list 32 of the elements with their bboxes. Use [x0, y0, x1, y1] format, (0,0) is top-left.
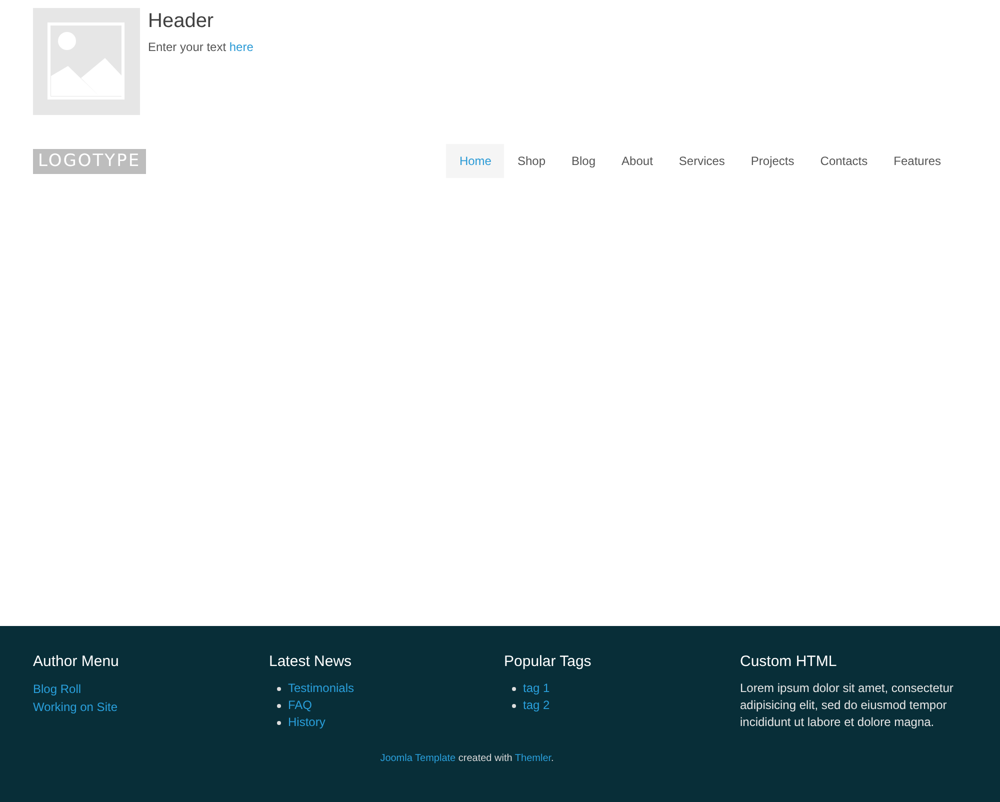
nav-tab[interactable]: About — [608, 144, 666, 178]
nav-tab[interactable]: Projects — [738, 144, 808, 178]
column-title: Author Menu — [33, 652, 120, 672]
nav-tab[interactable]: Shop — [504, 144, 559, 178]
footer-link[interactable]: tag 1 — [523, 680, 550, 697]
column-title: Popular Tags — [504, 652, 592, 672]
column-title: Custom HTML — [740, 652, 838, 672]
footer-link[interactable]: Blog Roll — [33, 682, 82, 696]
nav-tab[interactable]: Home — [446, 144, 504, 178]
nav-tab[interactable]: Contacts — [807, 144, 881, 178]
header-title: Header — [148, 9, 215, 34]
footer-link[interactable]: Working on Site — [33, 700, 118, 714]
bullet-icon — [512, 686, 516, 690]
nav-tab[interactable]: Features — [880, 144, 954, 178]
nav-tab[interactable]: Blog — [558, 144, 609, 178]
column-title: Latest News — [269, 652, 353, 672]
bullet-icon — [277, 686, 281, 690]
footer-link[interactable]: tag 2 — [523, 697, 550, 714]
footer-paragraph: Lorem ipsum dolor sit amet, consectetur adipisicing elit, sed do eiusmod tempor incididunt ut labore et dolore magna. — [740, 680, 954, 731]
image-placeholder-icon — [33, 8, 140, 115]
header-text: Enter your text here — [148, 39, 254, 56]
footer-link[interactable]: History — [288, 714, 326, 731]
bullet-icon — [277, 704, 281, 708]
link[interactable]: Joomla Template — [380, 753, 456, 764]
nav-tab[interactable]: Services — [666, 144, 738, 178]
footer-link[interactable]: Testimonials — [288, 680, 354, 697]
link[interactable]: Themler — [514, 753, 552, 764]
footer-link[interactable]: FAQ — [288, 697, 312, 714]
bullet-icon — [277, 720, 281, 724]
link[interactable]: here — [229, 40, 254, 54]
footer-credit: Joomla Template created with Themler. — [379, 752, 555, 766]
bullet-icon — [512, 704, 516, 708]
